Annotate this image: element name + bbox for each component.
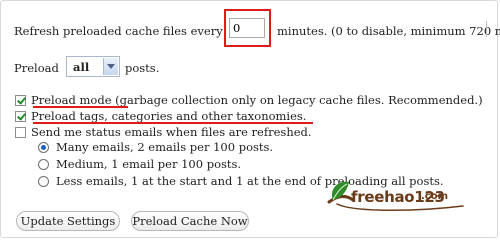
- preload-mode-label: Preload mode (garbage collection only on…: [31, 93, 483, 107]
- email-frequency-radio-many[interactable]: [38, 142, 49, 153]
- preload-tags-label: Preload tags, categories and other taxon…: [31, 109, 307, 123]
- refresh-label: Refresh preloaded cache files every: [14, 24, 223, 38]
- email-frequency-label-many: Many emails, 2 emails per 100 posts.: [56, 140, 274, 154]
- update-settings-button[interactable]: Update Settings: [16, 211, 120, 231]
- watermark-domain: .com: [421, 191, 449, 202]
- annotation-underline: [33, 122, 313, 124]
- preload-select-value: all: [73, 60, 90, 74]
- preload-count-select[interactable]: all: [66, 56, 120, 77]
- annotation-box: [224, 9, 271, 47]
- status-emails-checkbox[interactable]: [15, 127, 26, 138]
- refresh-help-text: minutes. (0 to disable, minimum 720 m: [277, 24, 500, 38]
- preload-cache-now-button[interactable]: Preload Cache Now: [131, 211, 249, 231]
- preload-label: Preload: [14, 61, 59, 75]
- email-frequency-radio-less[interactable]: [38, 176, 49, 187]
- preload-tags-checkbox[interactable]: [15, 111, 26, 122]
- preload-posts-label: posts.: [125, 61, 160, 75]
- panel-edge: [486, 21, 497, 37]
- email-frequency-label-medium: Medium, 1 email per 100 posts.: [56, 157, 242, 171]
- annotation-underline: [33, 106, 128, 108]
- freehao123-watermark: freehao123 .com: [323, 176, 473, 216]
- preload-mode-checkbox[interactable]: [15, 95, 26, 106]
- email-frequency-radio-medium[interactable]: [38, 159, 49, 170]
- chevron-down-icon[interactable]: [103, 58, 118, 75]
- status-emails-label: Send me status emails when files are ref…: [31, 125, 312, 139]
